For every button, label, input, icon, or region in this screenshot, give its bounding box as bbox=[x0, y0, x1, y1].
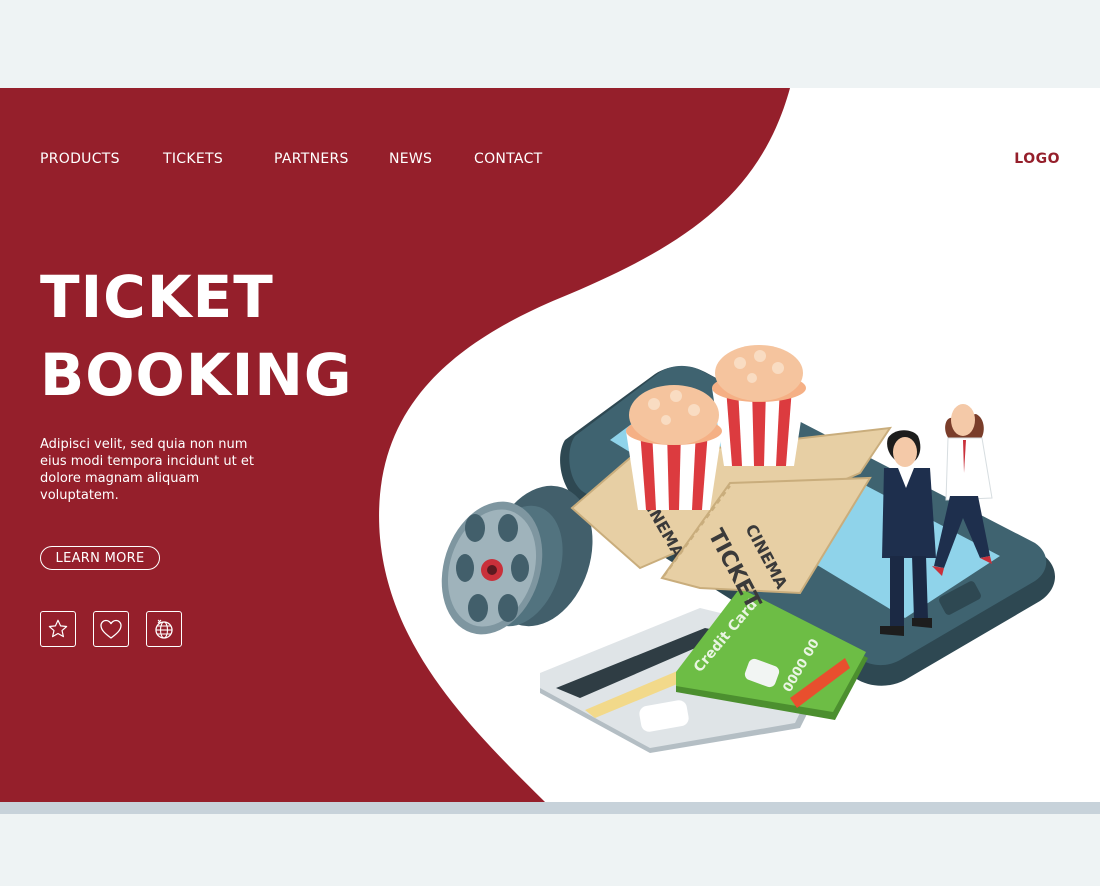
heart-button[interactable] bbox=[93, 611, 129, 647]
nav-item-contact[interactable]: CONTACT bbox=[474, 151, 543, 167]
nav-item-products[interactable]: PRODUCTS bbox=[40, 151, 120, 167]
brand-logo[interactable]: LOGO bbox=[1014, 151, 1060, 167]
star-button[interactable] bbox=[40, 611, 76, 647]
nav-item-partners[interactable]: PARTNERS bbox=[274, 151, 349, 167]
learn-more-button[interactable]: LEARN MORE bbox=[40, 546, 160, 570]
globe-icon bbox=[155, 619, 173, 639]
globe-button[interactable] bbox=[146, 611, 182, 647]
landing-page: Credit Card 0000 00 CINEMA CINEMA TICKET… bbox=[0, 0, 1100, 886]
hero-section: Credit Card 0000 00 CINEMA CINEMA TICKET… bbox=[0, 88, 1100, 802]
star-icon bbox=[48, 619, 68, 638]
hero-description: Adipisci velit, sed quia non num eius mo… bbox=[40, 437, 254, 503]
feature-icon-row bbox=[40, 611, 182, 647]
heart-icon bbox=[100, 619, 122, 639]
nav-item-news[interactable]: NEWS bbox=[389, 151, 432, 167]
bottom-divider-strip bbox=[0, 802, 1100, 814]
hero-title-line-2: BOOKING bbox=[40, 341, 353, 409]
hero-title-line-1: TICKET bbox=[40, 263, 274, 331]
nav-item-tickets[interactable]: TICKETS bbox=[163, 151, 223, 167]
hero-title: TICKET BOOKING bbox=[40, 258, 353, 414]
